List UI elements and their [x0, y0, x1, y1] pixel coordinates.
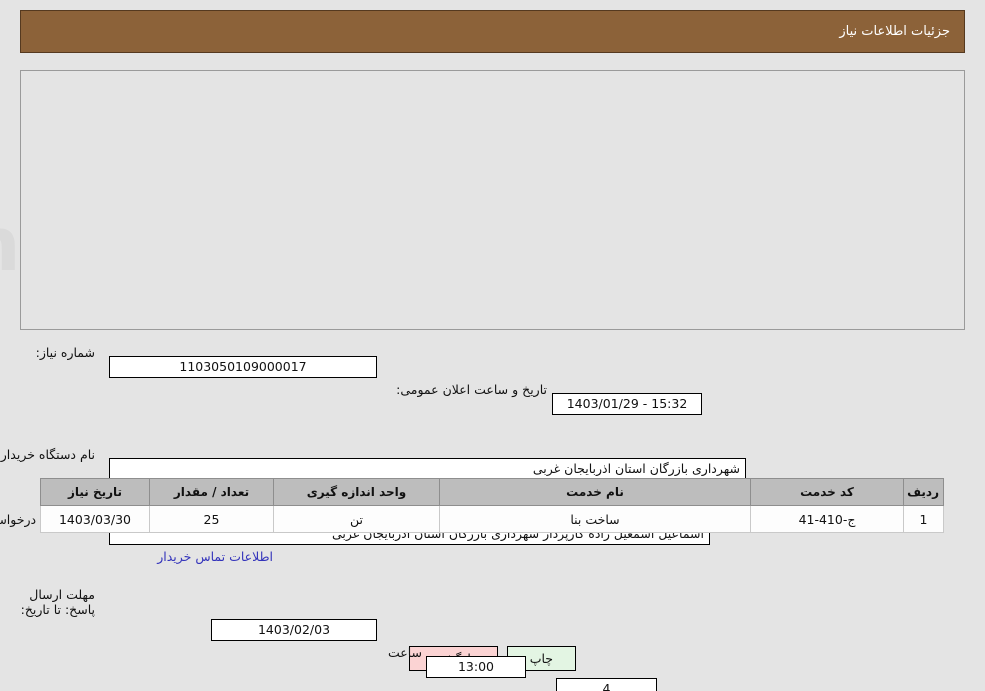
cell-quantity: 25	[149, 505, 274, 533]
th-service-code: کد خدمت	[750, 478, 904, 506]
buyer-org-label: نام دستگاه خریدار:	[0, 447, 95, 462]
cell-measure-unit: تن	[273, 505, 440, 533]
th-need-date: تاریخ نیاز	[40, 478, 150, 506]
th-quantity: تعداد / مقدار	[149, 478, 274, 506]
deadline-hour-label: ساعت	[387, 645, 422, 660]
cell-service-code: ج-410-41	[750, 505, 904, 533]
page-root: AriaTender.net جزئیات اطلاعات نیاز شماره…	[0, 0, 985, 691]
buyer-contact-link[interactable]: اطلاعات تماس خریدار	[0, 549, 273, 564]
need-number-label: شماره نیاز:	[35, 345, 95, 360]
th-row-index: ردیف	[903, 478, 944, 506]
buyer-org-value: شهرداری بازرگان استان اذربایجان غربی	[109, 458, 746, 480]
deadline-date-value: 1403/02/03	[211, 619, 377, 641]
th-measure-unit: واحد اندازه گیری	[273, 478, 440, 506]
deadline-hour-value: 13:00	[426, 656, 526, 678]
page-title: جزئیات اطلاعات نیاز	[839, 24, 950, 39]
page-title-bar: جزئیات اطلاعات نیاز	[20, 10, 965, 53]
announce-datetime-value: 15:32 - 1403/01/29	[552, 393, 702, 415]
cell-row-index: 1	[903, 505, 944, 533]
need-number-value: 1103050109000017	[109, 356, 377, 378]
remaining-days-value: 4	[556, 678, 657, 691]
need-info-panel	[20, 70, 965, 330]
cell-need-date: 1403/03/30	[40, 505, 150, 533]
table-header-row: ردیف کد خدمت نام خدمت واحد اندازه گیری ت…	[40, 478, 944, 506]
services-table: ردیف کد خدمت نام خدمت واحد اندازه گیری ت…	[40, 478, 944, 533]
cell-service-name: ساخت بنا	[439, 505, 751, 533]
th-service-name: نام خدمت	[439, 478, 751, 506]
table-row: 1 ج-410-41 ساخت بنا تن 25 1403/03/30	[40, 505, 944, 533]
announce-datetime-label: تاریخ و ساعت اعلان عمومی:	[396, 382, 547, 397]
answer-deadline-label: مهلت ارسال پاسخ: تا تاریخ:	[20, 587, 95, 617]
